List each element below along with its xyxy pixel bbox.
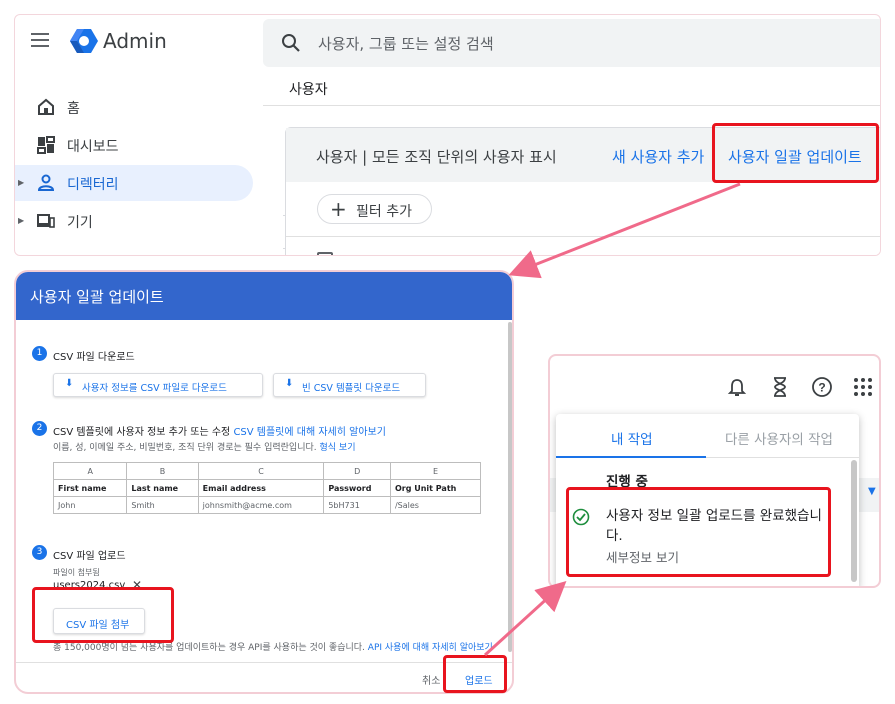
arrow-line xyxy=(508,182,741,279)
arrow-line xyxy=(483,580,567,657)
annotation-arrows xyxy=(483,182,741,657)
